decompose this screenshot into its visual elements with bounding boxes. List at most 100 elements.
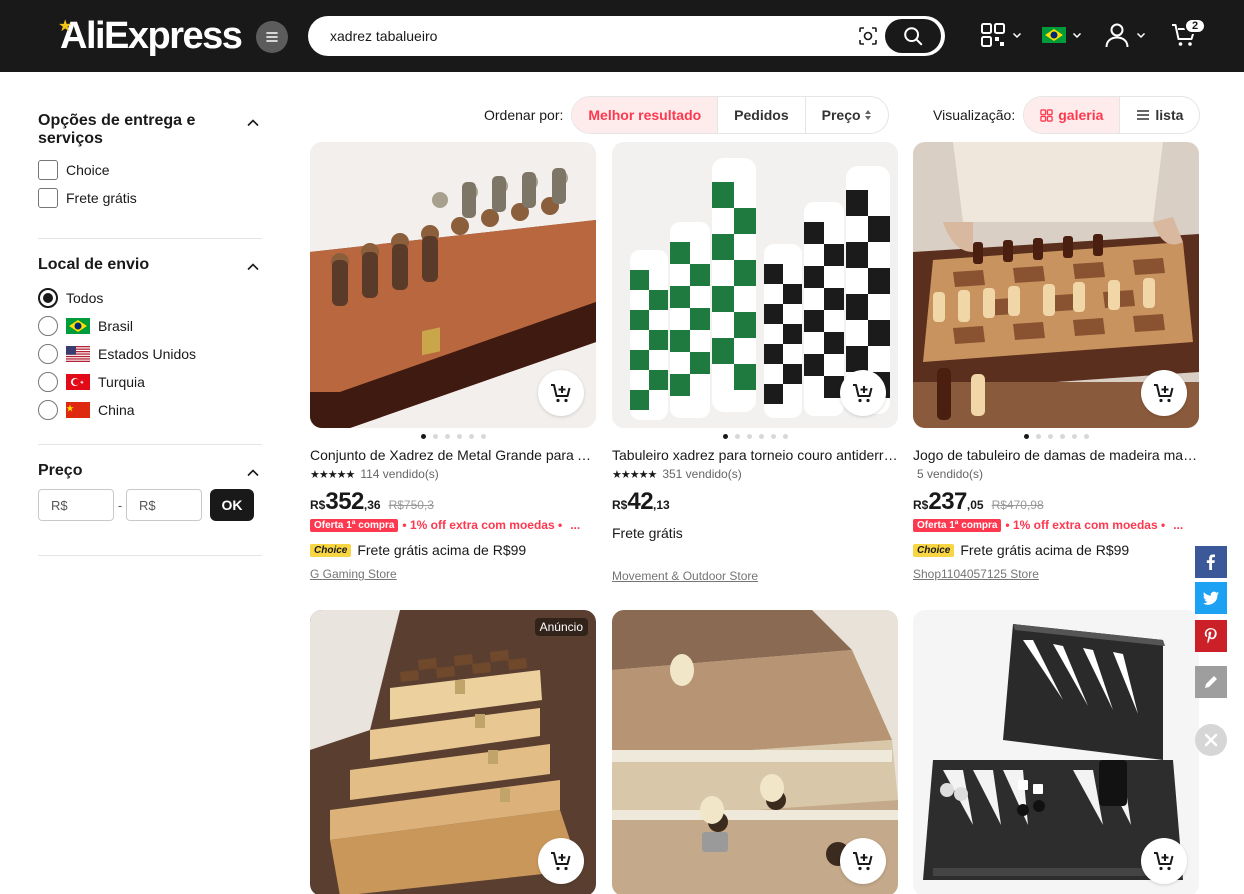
location-option-todos[interactable]: Todos	[38, 284, 262, 312]
filter-sidebar: Opções de entrega e serviços Choice Fret…	[38, 100, 262, 556]
search-button[interactable]	[885, 19, 941, 53]
shipping-info: Frete grátis	[612, 524, 898, 542]
account-menu[interactable]	[1104, 20, 1146, 50]
facebook-share-button[interactable]	[1195, 546, 1227, 578]
product-image[interactable]	[913, 610, 1199, 894]
choice-badge: Choice	[913, 543, 955, 557]
menu-button[interactable]	[256, 21, 288, 53]
location-option-turquia[interactable]: Turquia	[38, 368, 262, 396]
radio-button[interactable]	[38, 372, 58, 392]
store-link[interactable]: Shop1104057125 Store	[913, 567, 1199, 583]
price-filter-header[interactable]: Preço	[38, 462, 262, 480]
add-to-cart-button[interactable]	[1141, 370, 1187, 416]
product-card[interactable]: Conjunto de Xadrez de Metal Grande para …	[310, 142, 596, 583]
product-image[interactable]	[913, 142, 1199, 428]
price-filter-title: Preço	[38, 462, 83, 479]
product-rating: ★★★★★ 351 vendido(s)	[612, 466, 898, 482]
view-list-button[interactable]: lista	[1120, 97, 1199, 133]
radio-button[interactable]	[38, 344, 58, 364]
location-option-us[interactable]: Estados Unidos	[38, 340, 262, 368]
aliexpress-logo[interactable]: ★ AliExpress	[58, 14, 243, 58]
grid-icon	[1040, 108, 1053, 122]
sold-count: 114 vendido(s)	[360, 467, 439, 481]
image-search-icon[interactable]	[858, 26, 878, 46]
usa-flag-icon	[66, 346, 90, 362]
product-title[interactable]: Tabuleiro xadrez para torneio couro anti…	[612, 446, 898, 464]
view-options: galeria lista	[1023, 96, 1201, 134]
search-input[interactable]	[330, 16, 830, 56]
product-card[interactable]: Tabuleiro xadrez para torneio couro anti…	[612, 142, 898, 585]
add-to-cart-button[interactable]	[538, 370, 584, 416]
search-icon	[904, 27, 923, 46]
search-bar	[308, 16, 945, 56]
location-filter-title: Local de envio	[38, 256, 150, 273]
product-card[interactable]	[612, 610, 898, 894]
checkbox[interactable]	[38, 160, 58, 180]
sort-best-match[interactable]: Melhor resultado	[572, 97, 719, 133]
sort-price[interactable]: Preço	[806, 97, 888, 133]
product-title[interactable]: Jogo de tabuleiro de damas de madeira ma…	[913, 446, 1199, 464]
view-gallery-label: galeria	[1058, 107, 1104, 123]
location-filter-section: Local de envio Todos Brasil Estados Unid…	[38, 239, 262, 445]
add-to-cart-icon	[551, 852, 571, 871]
add-to-cart-button[interactable]	[840, 370, 886, 416]
location-option-brasil[interactable]: Brasil	[38, 312, 262, 340]
location-option-label: Estados Unidos	[98, 346, 197, 362]
radio-button[interactable]	[38, 316, 58, 336]
cart-count-badge: 2	[1184, 18, 1206, 34]
product-image[interactable]	[612, 142, 898, 428]
price-ok-button[interactable]: OK	[210, 489, 254, 521]
delivery-filter-section: Opções de entrega e serviços Choice Fret…	[38, 100, 262, 239]
max-price-input[interactable]: R$	[126, 489, 202, 521]
sold-count: 5 vendido(s)	[917, 467, 984, 481]
product-price: R$ 237,05 R$470,98	[913, 488, 1199, 515]
shipping-text: Frete grátis acima de R$99	[357, 542, 527, 558]
add-to-cart-button[interactable]	[840, 838, 886, 884]
chevron-down-icon	[1072, 32, 1082, 39]
add-to-cart-button[interactable]	[1141, 838, 1187, 884]
location-filter-header[interactable]: Local de envio	[38, 256, 262, 274]
add-to-cart-icon	[551, 384, 571, 403]
filter-choice[interactable]: Choice	[38, 156, 262, 184]
min-price-input[interactable]: R$	[38, 489, 114, 521]
close-share-button[interactable]	[1195, 724, 1227, 756]
sort-orders[interactable]: Pedidos	[718, 97, 806, 133]
promo-more[interactable]: ...	[1173, 518, 1183, 532]
delivery-filter-header[interactable]: Opções de entrega e serviços	[38, 112, 262, 148]
price-integer: 42	[627, 488, 654, 515]
promo-line: Oferta 1ª compra • 1% off extra com moeda…	[913, 517, 1199, 533]
pinterest-share-button[interactable]	[1195, 620, 1227, 652]
twitter-share-button[interactable]	[1195, 582, 1227, 614]
add-to-cart-button[interactable]	[538, 838, 584, 884]
product-image[interactable]: Anúncio	[310, 610, 596, 894]
product-card[interactable]	[913, 610, 1199, 894]
edit-button[interactable]	[1195, 666, 1227, 698]
product-rating: 5 vendido(s)	[913, 466, 1199, 482]
pinterest-icon	[1204, 628, 1217, 644]
product-card[interactable]: Jogo de tabuleiro de damas de madeira ma…	[913, 142, 1199, 583]
store-link[interactable]: G Gaming Store	[310, 567, 596, 583]
filter-free-shipping[interactable]: Frete grátis	[38, 184, 262, 212]
product-title[interactable]: Conjunto de Xadrez de Metal Grande para …	[310, 446, 596, 464]
product-card[interactable]: Anúncio	[310, 610, 596, 894]
store-link[interactable]: Movement & Outdoor Store	[612, 569, 898, 585]
location-option-china[interactable]: China	[38, 396, 262, 424]
price-currency: R$	[913, 498, 929, 512]
country-selector[interactable]	[1042, 20, 1082, 50]
facebook-icon	[1206, 554, 1215, 570]
edit-icon	[1205, 676, 1217, 688]
checkbox[interactable]	[38, 188, 58, 208]
sort-bar: Ordenar por: Melhor resultado Pedidos Pr…	[484, 96, 889, 134]
radio-button[interactable]	[38, 400, 58, 420]
sort-options: Melhor resultado Pedidos Preço	[571, 96, 889, 134]
price-decimal: ,13	[653, 498, 670, 512]
view-gallery-button[interactable]: galeria	[1024, 97, 1121, 133]
radio-button[interactable]	[38, 288, 58, 308]
product-image[interactable]	[310, 142, 596, 428]
product-image[interactable]	[612, 610, 898, 894]
filter-free-shipping-label: Frete grátis	[66, 190, 137, 206]
first-order-badge: Oferta 1ª compra	[913, 518, 1002, 532]
qr-code-menu[interactable]	[980, 20, 1022, 50]
location-option-label: China	[98, 402, 135, 418]
promo-more[interactable]: ...	[570, 518, 580, 532]
